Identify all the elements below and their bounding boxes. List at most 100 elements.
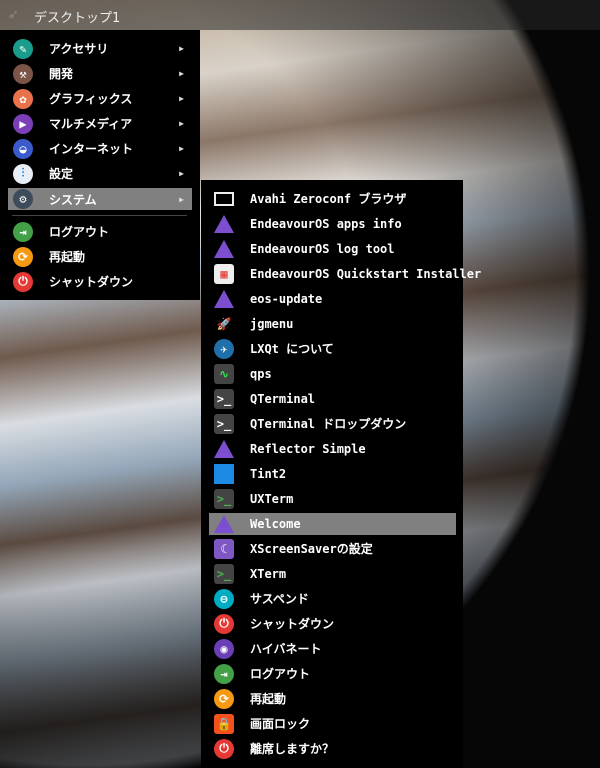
menu-item[interactable]: ⏻ シャットダウン: [8, 269, 192, 294]
menu-item[interactable]: ⇥ ログアウト: [8, 219, 192, 244]
menu-item[interactable]: ⟳ 再起動: [8, 244, 192, 269]
menu-item[interactable]: Welcome: [209, 513, 456, 535]
process-monitor-icon: ∿: [214, 363, 234, 384]
hammer-icon: ⚒: [13, 63, 33, 84]
menu-item[interactable]: >_ UXTerm: [209, 486, 456, 511]
menu-item-label: LXQt について: [250, 342, 334, 356]
menu-item[interactable]: ⚒ 開発 ▶: [8, 61, 192, 86]
menu-item-label: XTerm: [250, 566, 287, 581]
menu-item-label: シャットダウン: [49, 275, 134, 289]
menu-item-label: 設定: [49, 167, 74, 181]
power-icon: ⏻: [214, 738, 234, 759]
menu-item[interactable]: ✈ LXQt について: [209, 336, 456, 361]
menu-item[interactable]: ✎ アクセサリ ▶: [8, 36, 192, 61]
menu-item[interactable]: 🚀 jgmenu: [209, 311, 456, 336]
menu-item-label: qps: [250, 366, 272, 381]
menu-item[interactable]: ✿ グラフィックス ▶: [8, 86, 192, 111]
menu-item[interactable]: ⊖ サスペンド: [209, 586, 456, 611]
gear-icon: ⚙: [13, 189, 33, 209]
endeavouros-triangle: [214, 515, 234, 533]
menu-item[interactable]: ☾ XScreenSaverの設定: [209, 536, 456, 561]
menu-item-label: EndeavourOS Quickstart Installer: [250, 266, 482, 281]
menu-item-label: Reflector Simple: [250, 441, 366, 456]
menu-item-label: 再起動: [250, 692, 287, 706]
submenu-arrow-icon: ▶: [179, 69, 184, 78]
menu-item[interactable]: ⚙ システム ▶: [8, 188, 192, 210]
submenu-arrow-icon: ▶: [179, 194, 184, 204]
restart-icon: ⟳: [13, 246, 33, 267]
endeavouros-triangle: [214, 239, 234, 258]
rocket-icon: ➶: [8, 5, 18, 24]
menu-item-label: EndeavourOS log tool: [250, 241, 395, 256]
internet-icon: ◒: [13, 138, 33, 159]
endeavouros-icon: [214, 239, 234, 259]
menu-item-label: Tint2: [250, 466, 287, 481]
endeavouros-icon: [214, 289, 234, 309]
endeavouros-icon: [214, 514, 234, 534]
menu-item[interactable]: >_ QTerminal ドロップダウン: [209, 411, 456, 436]
endeavouros-triangle: [214, 289, 234, 308]
menu-item[interactable]: ⫶ 設定 ▶: [8, 161, 192, 186]
terminal-icon: >_: [214, 563, 234, 584]
menu-item[interactable]: ◒ インターネット ▶: [8, 136, 192, 161]
menu-item-label: インターネット: [49, 142, 134, 156]
power-icon: ⏻: [13, 271, 33, 292]
graphics-icon: ✿: [13, 88, 33, 109]
menu-item[interactable]: ⏻ シャットダウン: [209, 611, 456, 636]
menu-item[interactable]: ⏻ 離席しますか？: [209, 736, 456, 761]
endeavouros-triangle: [214, 439, 234, 458]
menu-item-label: 再起動: [49, 250, 86, 264]
menu-item-label: EndeavourOS apps info: [250, 216, 402, 231]
menu-item[interactable]: Tint2: [209, 461, 456, 486]
menu-item[interactable]: EndeavourOS log tool: [209, 236, 456, 261]
menu-item-label: システム: [49, 192, 97, 207]
suspend-icon: ⊖: [214, 588, 234, 609]
menu-item-label: 画面ロック: [250, 717, 311, 731]
submenu-arrow-icon: ▶: [179, 94, 184, 103]
hibernate-icon: ◉: [214, 638, 234, 659]
system-submenu: Avahi Zeroconf ブラウザ EndeavourOS apps info…: [201, 180, 481, 768]
menu-item[interactable]: 🔒 画面ロック: [209, 711, 456, 736]
menu-item[interactable]: ◉ ハイバネート: [209, 636, 456, 661]
menu-item-label: QTerminal ドロップダウン: [250, 417, 407, 431]
endeavouros-icon: [214, 439, 234, 459]
settings-icon: ⫶: [13, 163, 33, 184]
menu-item-label: シャットダウン: [250, 617, 335, 631]
logout-icon: ⇥: [214, 663, 234, 684]
menu-item[interactable]: ∿ qps: [209, 361, 456, 386]
menu-item[interactable]: >_ QTerminal: [209, 386, 456, 411]
menu-item[interactable]: Avahi Zeroconf ブラウザ: [209, 186, 456, 211]
menu-item-label: グラフィックス: [49, 92, 133, 106]
endeavouros-icon: [214, 214, 234, 234]
menu-item[interactable]: eos-update: [209, 286, 456, 311]
menu-item-label: QTerminal: [250, 391, 316, 406]
menu-item[interactable]: ▶ マルチメディア ▶: [8, 111, 192, 136]
menu-item-label: ハイバネート: [250, 642, 322, 656]
menu-separator: [12, 215, 187, 216]
menu-item-label: UXTerm: [250, 491, 294, 506]
lxqt-icon: ✈: [214, 338, 234, 359]
terminal-icon: >_: [214, 413, 234, 434]
menu-item-label: マルチメディア: [49, 117, 133, 131]
menu-item-label: jgmenu: [250, 316, 294, 331]
menu-item-label: Avahi Zeroconf ブラウザ: [250, 192, 407, 206]
menu-item-label: XScreenSaverの設定: [250, 542, 373, 556]
logout-icon: ⇥: [13, 221, 33, 242]
rocket-icon: 🚀: [216, 316, 232, 331]
submenu-arrow-icon: ▶: [179, 169, 184, 178]
restart-icon: ⟳: [214, 688, 234, 709]
main-menu: ✎ アクセサリ ▶ ⚒ 開発 ▶ ✿ グラフィックス ▶ ▶ マルチメディア ▶ ◒ インターネット ▶ ⫶ 設…: [0, 30, 200, 300]
menu-item[interactable]: ▦ EndeavourOS Quickstart Installer: [209, 261, 481, 286]
menu-item-label: eos-update: [250, 291, 323, 306]
menu-item-label: ログアウト: [49, 225, 110, 239]
network-port-icon: [214, 191, 234, 206]
menu-item[interactable]: >_ XTerm: [209, 561, 456, 586]
screensaver-icon: ☾: [214, 538, 234, 559]
menu-item[interactable]: Reflector Simple: [209, 436, 456, 461]
menu-item[interactable]: ⇥ ログアウト: [209, 661, 456, 686]
multimedia-icon: ▶: [13, 113, 33, 134]
menu-item-label: アクセサリ: [49, 42, 109, 56]
menu-item[interactable]: EndeavourOS apps info: [209, 211, 456, 236]
desktop-title-bar: ➶ デスクトップ1: [0, 0, 600, 30]
menu-item[interactable]: ⟳ 再起動: [209, 686, 456, 711]
